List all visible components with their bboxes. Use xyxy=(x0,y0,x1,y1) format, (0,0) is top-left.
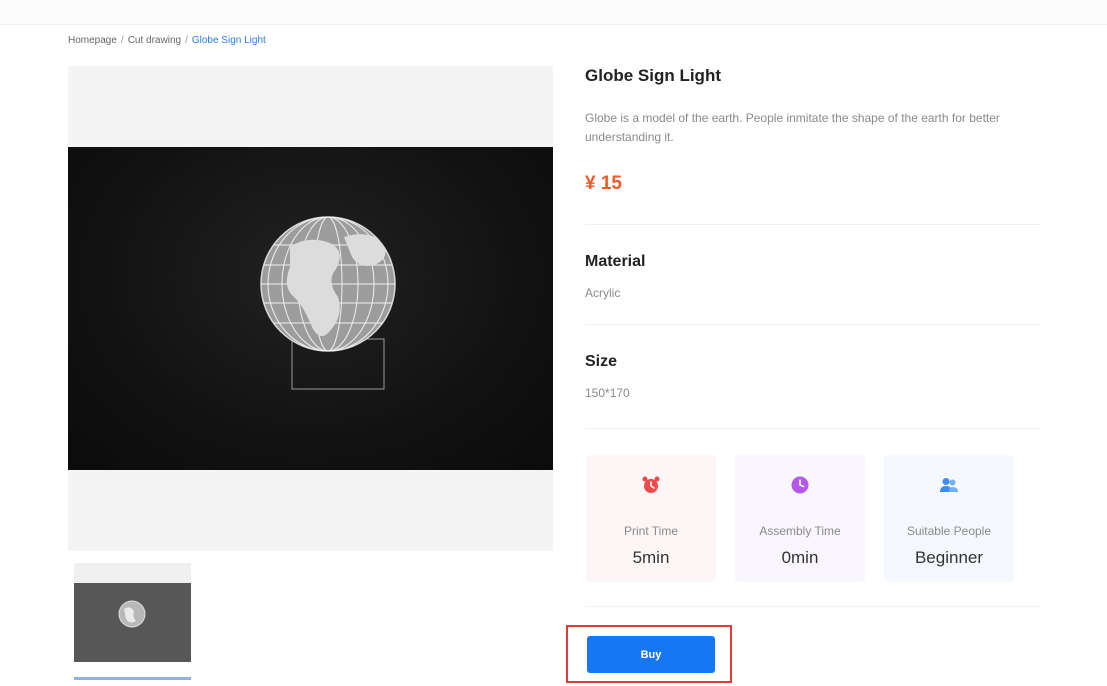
globe-lamp-image xyxy=(260,216,396,390)
thumbnail-active-indicator xyxy=(74,677,191,680)
stat-label: Assembly Time xyxy=(759,524,841,538)
people-icon xyxy=(940,478,958,492)
stat-suitable-people: Suitable People Beginner xyxy=(884,455,1014,582)
globe-thumbnail-image xyxy=(118,600,146,628)
breadcrumb-separator: / xyxy=(120,35,124,46)
breadcrumb-separator: / xyxy=(185,35,188,46)
divider xyxy=(585,224,1040,225)
alarm-clock-icon xyxy=(642,476,660,493)
stat-print-time: Print Time 5min xyxy=(586,455,716,582)
product-price: ¥ 15 xyxy=(585,173,622,194)
divider xyxy=(585,324,1040,325)
size-value: 150*170 xyxy=(585,386,630,400)
breadcrumb-cut-drawing[interactable]: Cut drawing xyxy=(128,35,181,46)
material-title: Material xyxy=(585,253,646,270)
breadcrumb-homepage[interactable]: Homepage xyxy=(68,35,117,46)
stat-assembly-time: Assembly Time 0min xyxy=(735,455,865,582)
thumbnail-1[interactable] xyxy=(74,563,191,662)
breadcrumb-current: Globe Sign Light xyxy=(191,35,266,46)
stat-label: Print Time xyxy=(623,524,678,538)
buy-button[interactable]: Buy xyxy=(587,636,715,673)
stat-label: Suitable People xyxy=(906,524,992,538)
size-title: Size xyxy=(585,353,618,370)
thumbnail-photo xyxy=(74,583,191,662)
product-main-image xyxy=(68,66,553,551)
breadcrumb: Homepage / Cut drawing / Globe Sign Light xyxy=(68,35,266,46)
stat-value: Beginner xyxy=(914,548,984,567)
material-value: Acrylic xyxy=(585,286,621,300)
product-title: Globe Sign Light xyxy=(585,66,721,85)
stat-value: 0min xyxy=(781,548,819,567)
product-photo xyxy=(68,147,553,470)
product-description: Globe is a model of the earth. People in… xyxy=(585,111,1000,144)
stat-value: 5min xyxy=(632,548,670,567)
divider xyxy=(585,428,1040,429)
divider xyxy=(585,606,1040,607)
top-bar xyxy=(0,0,1107,25)
clock-icon xyxy=(791,476,809,494)
